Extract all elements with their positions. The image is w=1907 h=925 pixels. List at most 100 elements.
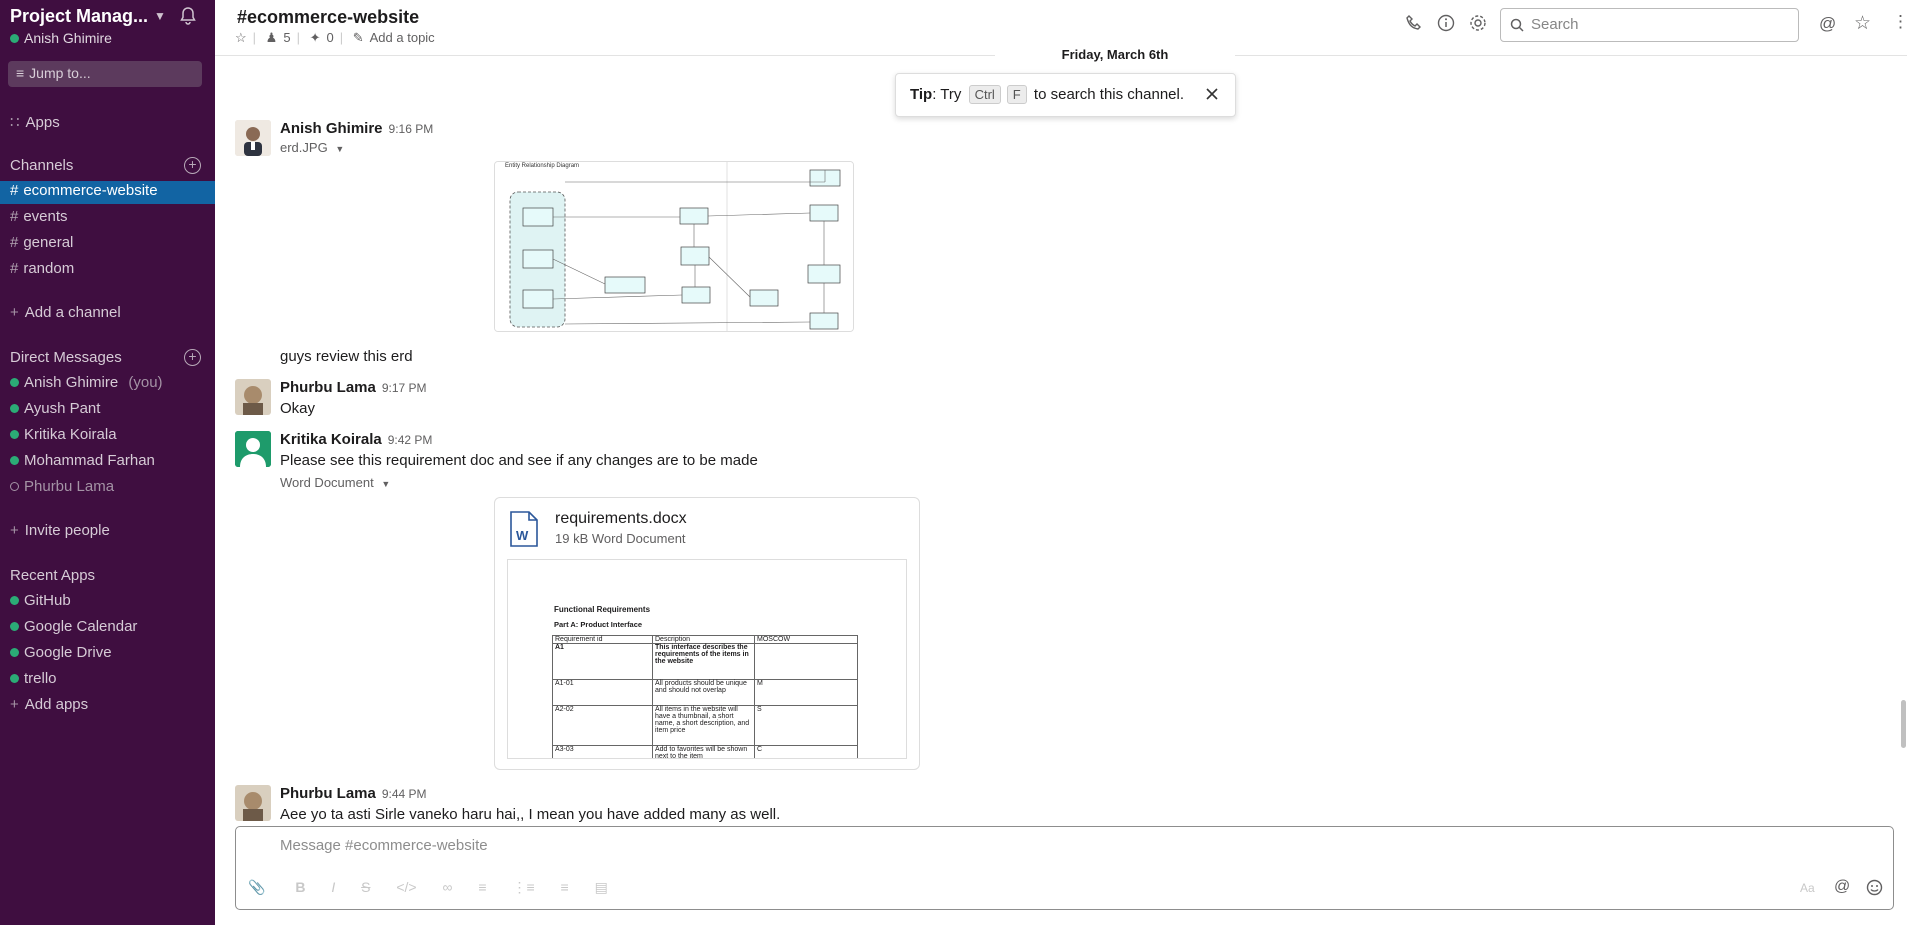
add-dm-plus-icon[interactable]: + <box>184 349 201 366</box>
italic-icon[interactable]: I <box>331 879 335 895</box>
file-attachment-card[interactable]: W requirements.docx 19 kB Word Document … <box>494 497 920 770</box>
document-preview[interactable]: Functional Requirements Part A: Product … <box>507 559 907 759</box>
code-icon[interactable]: </> <box>396 879 416 895</box>
tip-try: : Try <box>932 86 962 103</box>
app-github[interactable]: GitHub <box>10 592 71 609</box>
avatar[interactable] <box>235 431 271 467</box>
search-input[interactable]: Search <box>1500 8 1799 42</box>
members-icon[interactable]: ♟ <box>266 30 278 45</box>
add-apps-button[interactable]: + Add apps <box>10 696 88 713</box>
star-icon[interactable]: ☆ <box>235 30 247 45</box>
pin-icon[interactable]: ✦ <box>310 30 321 45</box>
file-name[interactable]: requirements.docx <box>555 510 687 528</box>
sidebar-apps[interactable]: ∷ Apps <box>10 113 60 131</box>
add-topic-link[interactable]: Add a topic <box>370 30 435 45</box>
pin-count[interactable]: 0 <box>326 30 333 45</box>
hash-icon: # <box>10 260 19 277</box>
member-count[interactable]: 5 <box>283 30 290 45</box>
message-author[interactable]: Phurbu Lama 9:17 PM <box>280 379 427 396</box>
avatar[interactable] <box>235 785 271 821</box>
file-caption[interactable]: Word Document ▼ <box>280 475 390 490</box>
avatar[interactable] <box>235 379 271 415</box>
dm-mohammad-farhan[interactable]: Mohammad Farhan <box>10 452 155 469</box>
bulleted-list-icon[interactable]: ⋮≡ <box>512 879 534 895</box>
emoji-icon[interactable] <box>1866 879 1883 901</box>
author-name[interactable]: Phurbu Lama <box>280 379 376 396</box>
scrollbar-thumb[interactable] <box>1901 700 1906 748</box>
caret-down-icon[interactable]: ▼ <box>335 144 344 154</box>
message-time[interactable]: 9:44 PM <box>382 787 427 801</box>
dm-anish-ghimire[interactable]: Anish Ghimire (you) <box>10 374 163 391</box>
message-text: Okay <box>280 400 316 417</box>
date-divider: Friday, March 6th <box>995 47 1235 62</box>
add-channel-button[interactable]: + Add a channel <box>10 304 121 321</box>
app-trello[interactable]: trello <box>10 670 57 687</box>
app-label: GitHub <box>24 592 71 609</box>
jump-to-button[interactable]: ≡ Jump to... <box>8 61 202 87</box>
channel-main: #ecommerce-website ☆ | ♟ 5 | ✦ 0 | ✎ Add a top… <box>215 0 1907 925</box>
dm-kritika-koirala[interactable]: Kritika Koirala <box>10 426 117 443</box>
dm-ayush-pant[interactable]: Ayush Pant <box>10 400 100 417</box>
message-author[interactable]: Kritika Koirala 9:42 PM <box>280 431 432 448</box>
formatting-toggle-button[interactable]: Aa <box>1800 881 1815 895</box>
gear-icon[interactable] <box>1469 14 1487 37</box>
plus-icon: + <box>10 696 19 713</box>
message-time[interactable]: 9:17 PM <box>382 381 427 395</box>
channels-heading[interactable]: Channels <box>10 157 73 174</box>
message-composer[interactable]: Message #ecommerce-website 📎 B I S </> ∞… <box>235 826 1894 910</box>
message-time[interactable]: 9:16 PM <box>389 122 434 136</box>
word-document-icon: W <box>509 510 539 553</box>
app-label: trello <box>24 670 57 687</box>
file-caption[interactable]: erd.JPG ▼ <box>280 140 344 155</box>
preview-subtitle: Part A: Product Interface <box>554 620 643 629</box>
link-icon[interactable]: ∞ <box>443 879 453 895</box>
phone-icon[interactable] <box>1405 14 1423 37</box>
strikethrough-icon[interactable]: S <box>361 879 370 895</box>
quote-icon[interactable]: ≡ <box>561 879 569 895</box>
message-author[interactable]: Anish Ghimire 9:16 PM <box>280 120 433 137</box>
workspace-name[interactable]: Project Manag... <box>10 6 148 27</box>
info-icon[interactable] <box>1437 14 1455 37</box>
presence-online-icon <box>10 622 19 631</box>
invite-people-button[interactable]: + Invite people <box>10 522 110 539</box>
bell-icon[interactable] <box>178 6 198 31</box>
chevron-down-icon[interactable]: ▼ <box>154 9 166 23</box>
dm-phurbu-lama[interactable]: Phurbu Lama <box>10 478 114 495</box>
mention-icon[interactable]: @ <box>1834 878 1850 896</box>
presence-online-icon <box>10 674 19 683</box>
author-name[interactable]: Anish Ghimire <box>280 120 383 137</box>
paperclip-icon[interactable]: 📎 <box>248 879 265 895</box>
message-author[interactable]: Phurbu Lama 9:44 PM <box>280 785 427 802</box>
sidebar-channel-ecommerce-website[interactable]: # ecommerce-website <box>10 182 158 199</box>
erd-image-preview[interactable]: Entity Relationship Diagram <box>494 161 854 332</box>
channel-title[interactable]: #ecommerce-website <box>237 7 419 28</box>
grid-icon: ∷ <box>10 114 20 131</box>
mentions-icon[interactable]: @ <box>1819 14 1836 34</box>
more-vertical-icon[interactable]: ⋮ <box>1892 12 1907 32</box>
recent-apps-heading: Recent Apps <box>10 567 96 584</box>
sidebar-channel-random[interactable]: # random <box>10 260 74 277</box>
bold-icon[interactable]: B <box>295 879 305 895</box>
erd-title: Entity Relationship Diagram <box>505 163 579 169</box>
code-block-icon[interactable]: ▤ <box>595 879 608 895</box>
caret-down-icon[interactable]: ▼ <box>381 479 390 489</box>
app-google-calendar[interactable]: Google Calendar <box>10 618 137 635</box>
message-time[interactable]: 9:42 PM <box>388 433 433 447</box>
file-name[interactable]: erd.JPG <box>280 140 328 155</box>
avatar[interactable] <box>235 120 271 156</box>
channel-label: random <box>23 260 75 277</box>
author-name[interactable]: Phurbu Lama <box>280 785 376 802</box>
current-user[interactable]: Anish Ghimire <box>10 30 112 46</box>
starred-icon[interactable]: ☆ <box>1854 12 1871 35</box>
file-type-label[interactable]: Word Document <box>280 475 374 490</box>
plus-icon: + <box>10 522 19 539</box>
close-icon[interactable] <box>1205 87 1219 105</box>
sidebar-channel-events[interactable]: # events <box>10 208 68 225</box>
app-google-drive[interactable]: Google Drive <box>10 644 112 661</box>
sidebar-channel-general[interactable]: # general <box>10 234 73 251</box>
table-cell: A2-02 <box>552 705 653 746</box>
add-channel-plus-icon[interactable]: + <box>184 157 201 174</box>
ordered-list-icon[interactable]: ≡ <box>478 879 486 895</box>
author-name[interactable]: Kritika Koirala <box>280 431 382 448</box>
direct-messages-heading[interactable]: Direct Messages <box>10 349 122 366</box>
